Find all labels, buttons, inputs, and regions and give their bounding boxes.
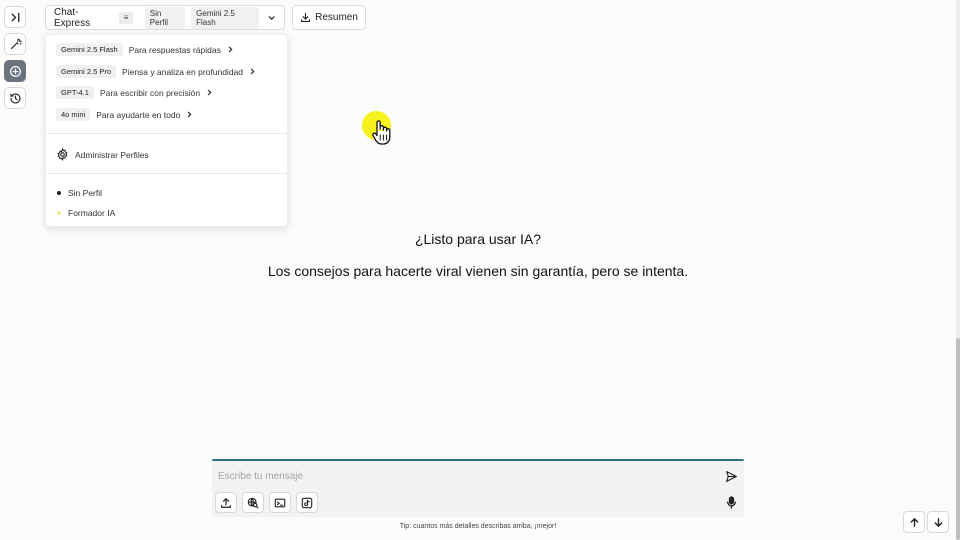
summary-button[interactable]: Resumen bbox=[292, 5, 366, 30]
model-tag: Gemini 2.5 Pro bbox=[56, 65, 117, 78]
profile-chip[interactable]: Sin Perfil bbox=[144, 6, 186, 29]
upload-button[interactable] bbox=[215, 492, 237, 513]
model-tag: 4o mini bbox=[56, 108, 91, 121]
model-chip[interactable]: Gemini 2.5 Flash bbox=[191, 6, 259, 29]
message-composer bbox=[212, 459, 744, 517]
model-option-gemini-flash[interactable]: Gemini 2.5 Flash Para respuestas rápidas bbox=[56, 43, 235, 56]
chevron-right-icon bbox=[228, 46, 233, 53]
hero-subline: Los consejos para hacerte viral vienen s… bbox=[267, 263, 689, 279]
model-tag: GPT-4.1 bbox=[56, 86, 94, 99]
model-desc: Para respuestas rápidas bbox=[128, 44, 221, 55]
profile-item-formador-ia[interactable]: Formador IA bbox=[57, 208, 115, 218]
model-dropdown: Gemini 2.5 Flash Para respuestas rápidas… bbox=[45, 34, 288, 227]
scroll-down-button[interactable] bbox=[927, 511, 949, 533]
web-search-icon bbox=[247, 497, 259, 509]
hero-headline: ¿Listo para usar IA? bbox=[414, 231, 542, 247]
hand-pointer-icon bbox=[372, 120, 391, 145]
model-option-gemini-pro[interactable]: Gemini 2.5 Pro Piensa y analiza en profu… bbox=[56, 65, 257, 78]
tip-text: Tip: cuantos más detalles describas arri… bbox=[399, 523, 557, 530]
divider bbox=[46, 133, 287, 134]
model-selector[interactable]: Chat-Express ≡ Sin Perfil Gemini 2.5 Fla… bbox=[45, 5, 285, 30]
scrollbar-thumb[interactable] bbox=[956, 338, 960, 540]
summary-label: Resumen bbox=[315, 12, 358, 23]
divider bbox=[46, 173, 287, 174]
terminal-button[interactable] bbox=[269, 492, 291, 513]
download-icon bbox=[301, 13, 311, 22]
magic-wand-button[interactable] bbox=[4, 33, 26, 55]
profile-dot bbox=[57, 211, 61, 215]
web-search-button[interactable] bbox=[242, 492, 264, 513]
left-rail bbox=[4, 6, 28, 109]
history-icon bbox=[9, 92, 21, 104]
model-option-gpt-4-1[interactable]: GPT-4.1 Para escribir con precisión bbox=[56, 86, 214, 99]
new-chat-button[interactable] bbox=[4, 60, 26, 82]
send-icon[interactable] bbox=[725, 470, 738, 483]
manage-profiles-label: Administrar Perfiles bbox=[75, 149, 149, 160]
menu-badge[interactable]: ≡ bbox=[119, 11, 133, 24]
profile-dot bbox=[57, 191, 61, 195]
model-desc: Para ayudarte en todo bbox=[96, 109, 181, 120]
tiktok-button[interactable] bbox=[296, 492, 318, 513]
magic-wand-icon bbox=[10, 38, 22, 49]
new-chat-icon bbox=[9, 65, 21, 77]
chevron-down-icon[interactable] bbox=[267, 13, 276, 23]
manage-profiles-item[interactable]: Administrar Perfiles bbox=[56, 148, 149, 161]
chevron-right-icon bbox=[207, 89, 212, 96]
upload-icon bbox=[221, 497, 231, 508]
model-tag: Gemini 2.5 Flash bbox=[56, 43, 123, 56]
arrow-down-icon bbox=[934, 517, 942, 527]
profile-label: Formador IA bbox=[68, 208, 116, 218]
gear-icon bbox=[57, 148, 68, 161]
history-button[interactable] bbox=[4, 87, 26, 109]
tiktok-icon bbox=[301, 497, 313, 508]
model-option-4o-mini[interactable]: 4o mini Para ayudarte en todo bbox=[56, 108, 194, 121]
model-desc: Para escribir con precisión bbox=[99, 87, 201, 98]
chevron-right-icon bbox=[188, 111, 192, 118]
app-name: Chat-Express bbox=[54, 6, 91, 29]
expand-sidebar-icon bbox=[11, 12, 19, 22]
scroll-up-button[interactable] bbox=[903, 511, 925, 533]
terminal-icon bbox=[274, 498, 286, 507]
profile-label: Sin Perfil bbox=[68, 188, 103, 198]
chevron-right-icon bbox=[250, 68, 255, 75]
microphone-icon[interactable] bbox=[726, 496, 737, 509]
arrow-up-icon bbox=[910, 517, 918, 527]
message-input[interactable] bbox=[218, 467, 708, 485]
profile-item-sin-perfil[interactable]: Sin Perfil bbox=[57, 188, 102, 198]
expand-sidebar-button[interactable] bbox=[4, 6, 26, 28]
model-desc: Piensa y analiza en profundidad bbox=[122, 66, 244, 77]
